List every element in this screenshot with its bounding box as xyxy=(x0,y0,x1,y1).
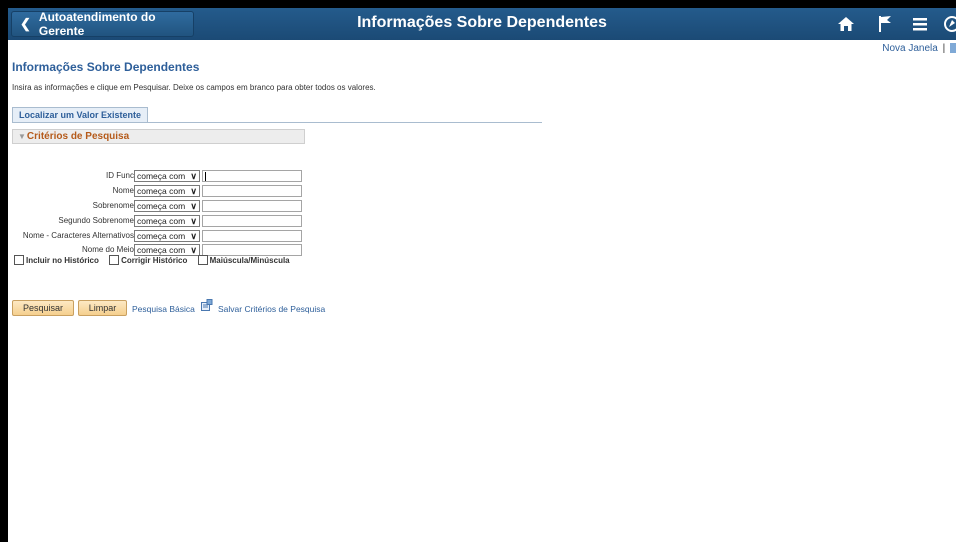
chevron-down-icon: ∨ xyxy=(190,231,197,241)
operator-value: começa com xyxy=(137,201,186,211)
operator-value: começa com xyxy=(137,171,186,181)
search-button[interactable]: Pesquisar xyxy=(12,300,74,316)
save-search-icon[interactable] xyxy=(201,299,213,311)
chevron-down-icon: ∨ xyxy=(190,171,197,181)
operator-select-nome-alternativo[interactable]: começa com ∨ xyxy=(134,230,200,242)
separator: | xyxy=(942,43,946,54)
search-criteria-header[interactable]: ▼Critérios de Pesquisa xyxy=(12,129,305,144)
criteria-label: Nome do Meio xyxy=(81,245,134,254)
case-sensitive-checkbox[interactable]: Maiúscula/Minúscula xyxy=(197,255,290,265)
operator-value: começa com xyxy=(137,245,186,255)
criteria-row-nome: Nome xyxy=(8,185,134,198)
criteria-label: Sobrenome xyxy=(92,201,134,210)
chevron-down-icon: ∨ xyxy=(190,201,197,211)
search-criteria-title: Critérios de Pesquisa xyxy=(26,131,130,142)
criteria-row-nome-alternativo: Nome - Caracteres Alternativos xyxy=(8,230,134,243)
page-header-title: Informações Sobre Dependentes xyxy=(357,14,607,31)
criteria-row-segundo-sobrenome: Segundo Sobrenome xyxy=(8,215,134,228)
criteria-label: Segundo Sobrenome xyxy=(58,216,134,225)
page-title: Informações Sobre Dependentes xyxy=(12,60,200,74)
criteria-label: Nome - Caracteres Alternativos xyxy=(22,231,134,240)
checkbox-box[interactable] xyxy=(109,255,120,265)
save-search-criteria-link[interactable]: Salvar Critérios de Pesquisa xyxy=(218,304,325,314)
search-options: Incluir no Histórico Corrigir Histórico … xyxy=(14,255,298,267)
operator-value: começa com xyxy=(137,186,186,196)
operator-value: começa com xyxy=(137,231,186,241)
navbar-icon[interactable] xyxy=(943,15,956,33)
operator-select-id-func[interactable]: começa com ∨ xyxy=(134,170,200,182)
chevron-down-icon: ∨ xyxy=(190,216,197,226)
basic-search-link[interactable]: Pesquisa Básica xyxy=(132,304,195,314)
new-window-bar: Nova Janela | xyxy=(882,43,956,54)
checkbox-label: Maiúscula/Minúscula xyxy=(209,255,290,265)
clear-button[interactable]: Limpar xyxy=(78,300,127,316)
checkbox-label: Incluir no Histórico xyxy=(26,255,99,265)
operator-select-segundo-sobrenome[interactable]: começa com ∨ xyxy=(134,215,200,227)
criteria-row-id-func: ID Func xyxy=(8,170,134,183)
operator-value: começa com xyxy=(137,216,186,226)
checkbox-label: Corrigir Histórico xyxy=(121,255,188,265)
operator-select-nome[interactable]: começa com ∨ xyxy=(134,185,200,197)
checkbox-box[interactable] xyxy=(14,255,24,265)
header-bar: ❮ Autoatendimento do Gerente Informações… xyxy=(8,8,956,40)
criteria-label: Nome xyxy=(112,186,134,195)
chevron-down-icon: ∨ xyxy=(190,186,197,196)
text-cursor xyxy=(205,172,206,181)
help-icon[interactable] xyxy=(950,43,956,54)
include-history-checkbox[interactable]: Incluir no Histórico xyxy=(14,255,99,265)
menu-icon[interactable] xyxy=(911,15,929,33)
sobrenome-input[interactable] xyxy=(202,200,302,212)
correct-history-checkbox[interactable]: Corrigir Histórico xyxy=(109,255,187,265)
page: ❮ Autoatendimento do Gerente Informações… xyxy=(8,8,956,542)
checkbox-box[interactable] xyxy=(197,255,208,265)
nome-alternativo-input[interactable] xyxy=(202,230,302,242)
operator-select-sobrenome[interactable]: começa com ∨ xyxy=(134,200,200,212)
nome-input[interactable] xyxy=(202,185,302,197)
tab-find-existing-value[interactable]: Localizar um Valor Existente xyxy=(12,107,148,123)
home-icon[interactable] xyxy=(837,15,855,33)
new-window-link[interactable]: Nova Janela xyxy=(882,43,938,54)
collapse-triangle-icon: ▼ xyxy=(18,132,26,141)
instructions-text: Insira as informações e clique em Pesqui… xyxy=(12,83,376,92)
criteria-label: ID Func xyxy=(105,171,134,180)
flag-icon[interactable] xyxy=(876,15,894,33)
id-func-input[interactable] xyxy=(202,170,302,182)
chevron-down-icon: ∨ xyxy=(190,245,197,255)
tab-divider xyxy=(12,122,542,123)
segundo-sobrenome-input[interactable] xyxy=(202,215,302,227)
criteria-row-sobrenome: Sobrenome xyxy=(8,200,134,213)
